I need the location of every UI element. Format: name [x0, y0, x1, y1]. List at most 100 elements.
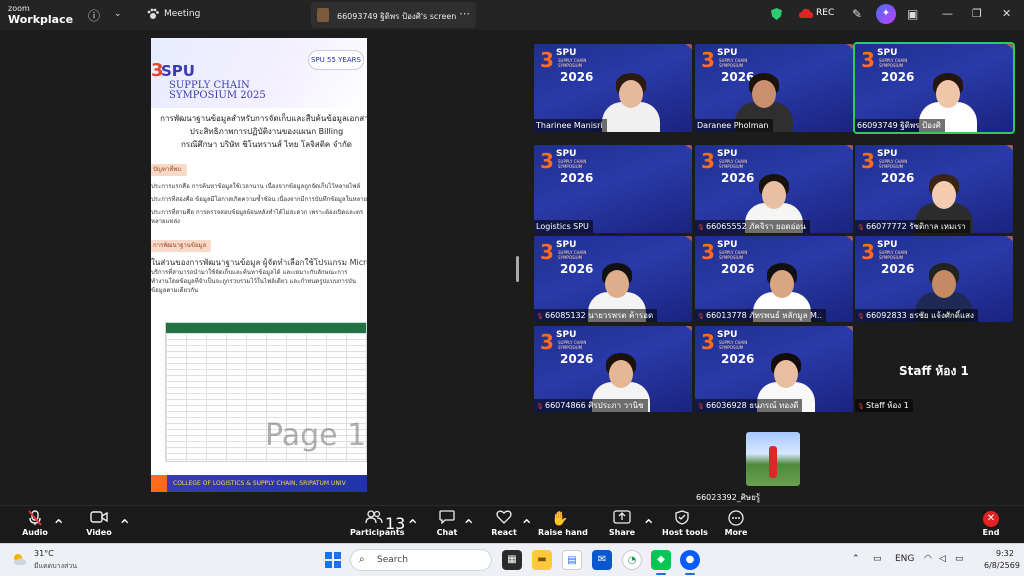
participant-video-tile[interactable]: 3 SPU 2026 SUPPLY CHAIN SYMPOSIUM 🎙66065552 ภ…	[695, 145, 853, 233]
file-explorer-icon[interactable]: ▬	[532, 550, 552, 570]
participant-video-tile[interactable]: 3 SPU 2026 SUPPLY CHAIN SYMPOSIUM Daranee Pho…	[695, 44, 853, 132]
chat-button[interactable]: Chat	[432, 510, 462, 537]
participant-video-tile[interactable]: 3 SPU 2026 SUPPLY CHAIN SYMPOSIUM 🎙66077772 ร…	[855, 145, 1013, 233]
share-options-chevron-icon[interactable]: ⌃	[642, 516, 655, 535]
end-x-icon: ✕	[983, 511, 999, 527]
paragraph-line: ข้อมูลตามเดียวกัน	[151, 287, 199, 294]
participant-name: 🎙66092833 ธรชัย แจ้งศักดิ์แสง	[855, 309, 978, 322]
host-tools-button[interactable]: Host tools	[662, 510, 708, 537]
windows-start-icon[interactable]	[325, 552, 341, 568]
more-button[interactable]: More	[722, 510, 750, 537]
volume-icon[interactable]: ◁	[939, 554, 946, 564]
keyboard-language[interactable]: ENG	[895, 554, 914, 564]
bg-subtitle: SUPPLY CHAIN SYMPOSIUM	[879, 58, 908, 68]
symposium-line-2: SYMPOSIUM 2025	[169, 90, 266, 101]
participant-video-tile[interactable]: 3 SPU 2026 SUPPLY CHAIN SYMPOSIUM 🎙66074866 ศ…	[534, 326, 692, 412]
shared-screen-tab[interactable]: 66093749 ฐิติพร ป้องศิ's screen ⋯	[311, 2, 476, 28]
meeting-label[interactable]: Meeting	[164, 9, 200, 19]
mic-muted-icon: 🎙	[697, 224, 705, 231]
slide-title-line: ประสิทธิภาพการปฏิบัติงานของแผนก Billing	[189, 127, 344, 136]
outlook-icon[interactable]: ✉	[592, 550, 612, 570]
chevron-down-icon[interactable]: ⌄	[114, 9, 122, 19]
react-options-chevron-icon[interactable]: ⌃	[520, 516, 533, 535]
bg-logo-text: SPU	[877, 240, 898, 250]
bg-logo-number: 3	[861, 240, 875, 264]
bg-year: 2026	[881, 262, 915, 276]
shared-screen-title: 66093749 ฐิติพร ป้องศิ's screen	[337, 12, 457, 21]
self-view-person	[769, 446, 777, 478]
store-icon[interactable]: ▤	[562, 550, 582, 570]
sharer-avatar	[317, 8, 329, 22]
chat-options-chevron-icon[interactable]: ⌃	[462, 516, 475, 535]
participant-video-tile[interactable]: 3 SPU 2026 SUPPLY CHAIN SYMPOSIUM 🎙66013778 ภ…	[695, 236, 853, 322]
annotate-icon[interactable]: ✎	[852, 7, 862, 21]
participant-video-tile[interactable]: 3 SPU 2026 SUPPLY CHAIN SYMPOSIUM 🎙66036928 ธ…	[695, 326, 853, 412]
react-button[interactable]: React	[488, 510, 520, 537]
participants-options-chevron-icon[interactable]: ⌃	[406, 516, 419, 535]
self-view-video[interactable]	[746, 432, 800, 486]
share-button[interactable]: Share	[608, 510, 636, 537]
bg-logo-number: 3	[540, 149, 554, 173]
zoom-logo: zoom Workplace	[8, 3, 73, 25]
bg-logo-number: 3	[701, 240, 715, 264]
bg-logo-text: SPU	[717, 48, 738, 58]
bg-logo-text: SPU	[717, 149, 738, 159]
participant-video-tile[interactable]: 3 SPU 2026 SUPPLY CHAIN SYMPOSIUM 🎙66092833 ธ…	[855, 236, 1013, 322]
audio-options-chevron-icon[interactable]: ⌃	[52, 516, 65, 535]
security-shield-icon[interactable]	[771, 8, 782, 20]
cloud-record-icon	[799, 8, 813, 18]
audio-button[interactable]: Audio	[18, 510, 52, 537]
taskbar-search-box[interactable]: ⌕ Search	[350, 549, 492, 571]
task-view-icon[interactable]: ▦	[502, 550, 522, 570]
slide-title-line: กรณีศึกษา บริษัท ชิโนทรานส์ ไทย โลจิสติค…	[180, 140, 352, 149]
slide-title-line: การพัฒนาฐานข้อมูลสำหรับการจัดเก็บและสืบค…	[160, 114, 367, 123]
video-button[interactable]: Video	[82, 510, 116, 537]
tray-app-icon[interactable]: ▭	[873, 554, 882, 564]
clock-time[interactable]: 9:32	[996, 549, 1014, 558]
battery-icon[interactable]: ▭	[955, 554, 964, 564]
bg-subtitle: SUPPLY CHAIN SYMPOSIUM	[558, 58, 587, 68]
partly-sunny-icon[interactable]	[12, 552, 28, 566]
participant-video-tile[interactable]: Staff ห้อง 1 🎙Staff ห้อง 1	[855, 326, 1013, 412]
ai-companion-icon[interactable]: ✦	[876, 4, 896, 24]
bg-logo-number: 3	[540, 48, 554, 72]
brand-workplace: Workplace	[8, 13, 74, 26]
video-camera-icon	[82, 510, 116, 528]
bg-subtitle: SUPPLY CHAIN SYMPOSIUM	[879, 159, 908, 169]
participant-video-tile[interactable]: 3 SPU 2026 SUPPLY CHAIN SYMPOSIUM 66093749 ฐิ…	[853, 42, 1015, 134]
spreadsheet-ribbon	[166, 323, 366, 333]
close-icon[interactable]: ✕	[1002, 7, 1011, 20]
bg-logo-number: 3	[861, 48, 875, 72]
clock-date[interactable]: 6/8/2569	[984, 561, 1020, 570]
bg-year: 2026	[560, 70, 594, 84]
participant-name-text: 66065552 ภัคจิรา ยอดอ่อน	[706, 222, 806, 231]
end-meeting-button[interactable]: ✕ End	[978, 510, 1004, 537]
tray-chevron-up-icon[interactable]: ⌃	[852, 554, 860, 564]
rec-label[interactable]: REC	[816, 8, 834, 18]
minimize-icon[interactable]: —	[942, 7, 953, 20]
weather-temperature[interactable]: 31°C	[34, 549, 54, 558]
share-label: Share	[608, 528, 636, 537]
participant-name: 🎙66074866 ศิรประภา วานิช	[534, 399, 648, 412]
wifi-icon[interactable]: ◠	[924, 554, 932, 564]
participant-name: 🎙66077772 รัชติกาล เหมเรา	[855, 220, 970, 233]
restore-icon[interactable]: ❐	[972, 7, 982, 20]
participant-video-tile[interactable]: 3 SPU 2026 SUPPLY CHAIN SYMPOSIUM Tharinee Ma…	[534, 44, 692, 132]
layout-icon[interactable]: ▣	[907, 7, 918, 21]
edge-browser-icon[interactable]: ◔	[622, 550, 642, 570]
slide-title: การพัฒนาฐานข้อมูลสำหรับการจัดเก็บและสืบค…	[159, 112, 367, 151]
video-options-chevron-icon[interactable]: ⌃	[118, 516, 131, 535]
line-app-icon[interactable]: ◆	[651, 550, 671, 570]
participant-video-tile[interactable]: 3 SPU 2026 SUPPLY CHAIN SYMPOSIUM 🎙66085132 น…	[534, 236, 692, 322]
participant-video-tile[interactable]: 3 SPU 2026 SUPPLY CHAIN SYMPOSIUM Logistics S…	[534, 145, 692, 233]
panel-resize-handle[interactable]	[516, 256, 519, 282]
raise-hand-button[interactable]: ✋ Raise hand	[538, 510, 588, 537]
meeting-toolbar: Audio ⌃ Video ⌃ Participants 13 ⌃ Chat ⌃…	[0, 505, 1024, 543]
paragraph-line: ในส่วนของการพัฒนาฐานข้อมูล ผู้จัดทำเลือก…	[151, 258, 367, 267]
info-icon[interactable]: ⓘ	[88, 7, 100, 24]
zoom-app-icon[interactable]: ●	[680, 550, 700, 570]
symposium-logo-text: SPU	[161, 62, 195, 80]
more-options-icon[interactable]: ⋯	[459, 7, 470, 20]
weather-description[interactable]: มีแดดบางส่วน	[34, 561, 77, 572]
participant-name: Daranee Pholman	[695, 119, 773, 132]
